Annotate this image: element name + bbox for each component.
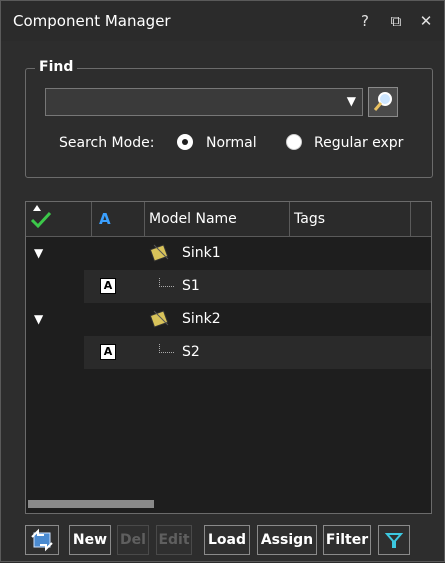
funnel-icon — [384, 533, 404, 548]
bottom-toolbar: New Del Edit Load Assign Filter — [25, 525, 435, 557]
expand-arrow-icon[interactable]: ▼ — [34, 246, 43, 260]
column-tags[interactable]: Tags — [294, 211, 325, 227]
row-a-box-icon: A — [100, 344, 116, 360]
tree-connector — [159, 344, 174, 353]
find-group — [25, 68, 433, 178]
radio-regular-expr[interactable] — [286, 134, 302, 150]
find-legend: Find — [35, 59, 78, 75]
table-row-sink2[interactable]: ▼ Sink2 — [26, 303, 431, 336]
refresh-button[interactable] — [25, 525, 59, 555]
search-button[interactable] — [368, 87, 398, 117]
column-a-icon[interactable]: A — [99, 210, 111, 228]
component-chip-icon — [149, 244, 169, 262]
table-row-s1[interactable]: A S1 — [26, 270, 431, 303]
load-button[interactable]: Load — [204, 525, 250, 555]
restore-icon[interactable]: ⧉ — [384, 9, 408, 33]
table-row-s2[interactable]: A S2 — [26, 336, 431, 369]
radio-normal[interactable] — [177, 134, 193, 150]
edit-button[interactable]: Edit — [156, 525, 192, 555]
sort-check-icon[interactable] — [29, 205, 53, 231]
radio-regular-expr-label: Regular expr — [314, 135, 404, 151]
component-grid[interactable]: A Model Name Tags ▼ Sink1 A S1 ▼ Sink2 A… — [25, 201, 432, 514]
chevron-down-icon[interactable]: ▼ — [347, 94, 356, 108]
expand-arrow-icon[interactable]: ▼ — [34, 312, 43, 326]
row-name: Sink1 — [182, 245, 221, 261]
help-icon[interactable]: ? — [353, 9, 377, 33]
tree-connector — [159, 278, 174, 287]
search-mode-label: Search Mode: — [59, 135, 155, 151]
del-button[interactable]: Del — [117, 525, 149, 555]
component-manager-panel: Component Manager ? ⧉ ✕ Find ▼ Search Mo… — [0, 0, 445, 562]
filter-button[interactable]: Filter — [323, 525, 371, 555]
window-title: Component Manager — [13, 12, 171, 30]
horizontal-scrollbar[interactable] — [28, 500, 154, 508]
radio-normal-label: Normal — [206, 135, 257, 151]
row-name: S1 — [182, 278, 200, 294]
new-button[interactable]: New — [69, 525, 111, 555]
row-a-box-icon: A — [100, 278, 116, 294]
find-query-combobox[interactable]: ▼ — [45, 88, 363, 116]
title-bar: Component Manager ? ⧉ ✕ — [1, 1, 444, 41]
assign-button[interactable]: Assign — [257, 525, 317, 555]
column-model-name[interactable]: Model Name — [149, 211, 237, 227]
row-name: S2 — [182, 344, 200, 360]
close-icon[interactable]: ✕ — [414, 9, 438, 33]
row-name: Sink2 — [182, 311, 221, 327]
grid-header: A Model Name Tags — [26, 202, 431, 237]
magnifier-icon — [373, 92, 392, 111]
refresh-icon — [31, 528, 53, 552]
funnel-filter-button[interactable] — [378, 525, 410, 555]
component-chip-icon — [149, 310, 169, 328]
table-row-sink1[interactable]: ▼ Sink1 — [26, 237, 431, 270]
